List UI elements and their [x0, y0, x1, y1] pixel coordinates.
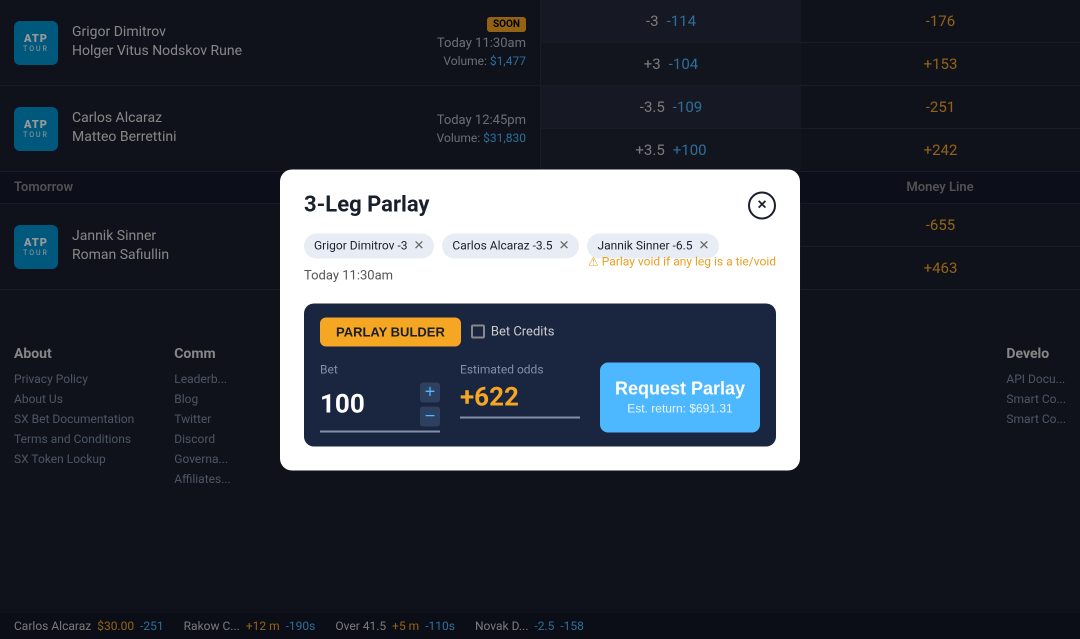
parlay-builder-tab[interactable]: PARLAY BULDER	[320, 317, 461, 346]
estimated-odds-value: +622	[460, 382, 580, 418]
estimated-odds-group: Estimated odds +622	[460, 362, 580, 418]
leg-label-3: Jannik Sinner -6.5	[597, 239, 692, 253]
request-parlay-label: Request Parlay	[615, 379, 745, 400]
tab-row: PARLAY BULDER Bet Credits	[320, 317, 760, 346]
leg-chip-1: Grigor Dimitrov -3 ✕	[304, 233, 434, 258]
bet-value[interactable]: 100	[320, 389, 412, 419]
bet-stepper: + −	[420, 382, 440, 426]
parlay-time: Today 11:30am	[304, 268, 393, 283]
bet-label: Bet	[320, 362, 440, 376]
leg-label-2: Carlos Alcaraz -3.5	[452, 239, 552, 253]
bet-credits-label: Bet Credits	[471, 324, 555, 339]
request-parlay-return: Est. return: $691.31	[627, 402, 732, 416]
leg-chip-2: Carlos Alcaraz -3.5 ✕	[442, 233, 579, 258]
bet-input-group: Bet 100 + −	[320, 362, 440, 432]
leg-remove-1[interactable]: ✕	[414, 238, 425, 253]
modal-body: PARLAY BULDER Bet Credits Bet 100 + −	[304, 303, 776, 446]
request-parlay-button[interactable]: Request Parlay Est. return: $691.31	[600, 362, 760, 432]
estimated-odds-label: Estimated odds	[460, 362, 580, 376]
modal-close-button[interactable]: ×	[748, 191, 776, 219]
bet-credits-text: Bet Credits	[491, 324, 555, 339]
parlay-modal: 3-Leg Parlay × Grigor Dimitrov -3 ✕ Carl…	[280, 169, 800, 470]
bet-input-wrap: 100 + −	[320, 382, 440, 432]
bet-increase-button[interactable]: +	[420, 382, 440, 402]
bet-row: Bet 100 + − Estimated odds +622 Request …	[320, 362, 760, 432]
leg-remove-3[interactable]: ✕	[699, 238, 710, 253]
modal-overlay: 3-Leg Parlay × Grigor Dimitrov -3 ✕ Carl…	[0, 0, 1080, 639]
leg-label-1: Grigor Dimitrov -3	[314, 239, 408, 253]
bet-credits-checkbox[interactable]	[471, 325, 485, 339]
modal-title: 3-Leg Parlay	[304, 193, 430, 218]
parlay-info-row: Today 11:30am ⚠ Parlay void if any leg i…	[304, 268, 776, 289]
parlay-warning: ⚠ Parlay void if any leg is a tie/void	[588, 255, 776, 269]
modal-header: 3-Leg Parlay ×	[304, 191, 776, 219]
bet-decrease-button[interactable]: −	[420, 406, 440, 426]
leg-remove-2[interactable]: ✕	[559, 238, 570, 253]
